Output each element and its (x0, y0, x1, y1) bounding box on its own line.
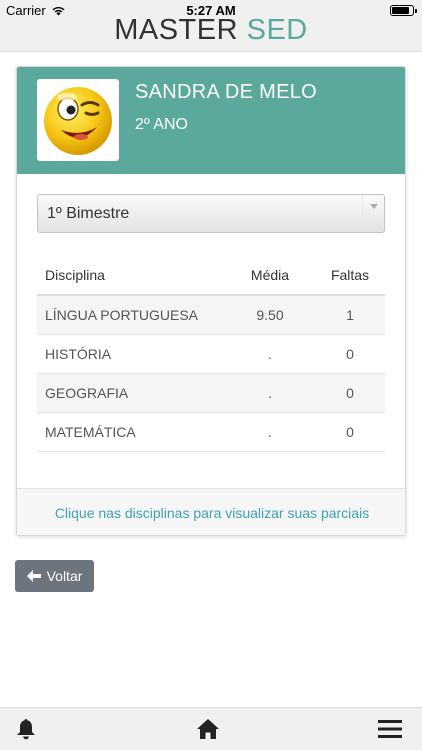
student-name: SANDRA DE MELO (135, 81, 318, 103)
caret-down-icon (362, 195, 384, 232)
table-row[interactable]: MATEMÁTICA . 0 (37, 412, 385, 452)
app-title-part1: MASTER (114, 14, 239, 46)
subject-name: HISTÓRIA (37, 334, 225, 374)
home-button[interactable] (194, 716, 222, 742)
table-row[interactable]: LÍNGUA PORTUGUESA 9.50 1 (37, 295, 385, 335)
grades-table: Disciplina Média Faltas LÍNGUA PORTUGUES… (37, 255, 385, 452)
subject-average: 9.50 (225, 295, 315, 335)
subject-average: . (225, 373, 315, 413)
period-select[interactable]: 1º Bimestre (37, 194, 385, 233)
menu-icon (378, 720, 402, 738)
winking-emoji-icon (44, 87, 112, 155)
subject-name: GEOGRAFIA (37, 373, 225, 413)
column-header-faltas: Faltas (315, 255, 385, 296)
report-card: SANDRA DE MELO 2º ANO 1º Bimestre Discip… (16, 66, 406, 536)
subject-name: LÍNGUA PORTUGUESA (37, 295, 225, 335)
bell-icon (17, 719, 35, 740)
card-footer: Clique nas disciplinas para visualizar s… (17, 488, 405, 535)
subject-absences: 0 (315, 373, 385, 413)
footer-hint: Clique nas disciplinas para visualizar s… (54, 505, 370, 521)
arrow-left-icon (26, 570, 41, 582)
column-header-media: Média (225, 255, 315, 296)
back-button[interactable]: Voltar (15, 560, 94, 592)
table-row[interactable]: HISTÓRIA . 0 (37, 334, 385, 374)
notifications-button[interactable] (12, 716, 40, 742)
home-icon (197, 719, 219, 739)
grades-header-row: Disciplina Média Faltas (37, 255, 385, 296)
period-select-value: 1º Bimestre (47, 204, 130, 222)
subject-average: . (225, 334, 315, 374)
table-row[interactable]: GEOGRAFIA . 0 (37, 373, 385, 413)
menu-button[interactable] (376, 716, 404, 742)
avatar (37, 79, 119, 161)
subject-absences: 0 (315, 334, 385, 374)
subject-absences: 0 (315, 412, 385, 452)
student-header: SANDRA DE MELO 2º ANO (17, 67, 405, 174)
column-header-disciplina: Disciplina (37, 255, 225, 296)
student-grade: 2º ANO (135, 116, 188, 133)
app-title-part2: SED (246, 14, 308, 46)
bottom-nav (0, 707, 422, 750)
app-header: Carrier 5:27 AM MASTER SED (0, 0, 422, 52)
subject-name: MATEMÁTICA (37, 412, 225, 452)
app-title: MASTER SED (0, 14, 422, 47)
subject-absences: 1 (315, 295, 385, 335)
subject-average: . (225, 412, 315, 452)
back-button-label: Voltar (46, 568, 83, 584)
